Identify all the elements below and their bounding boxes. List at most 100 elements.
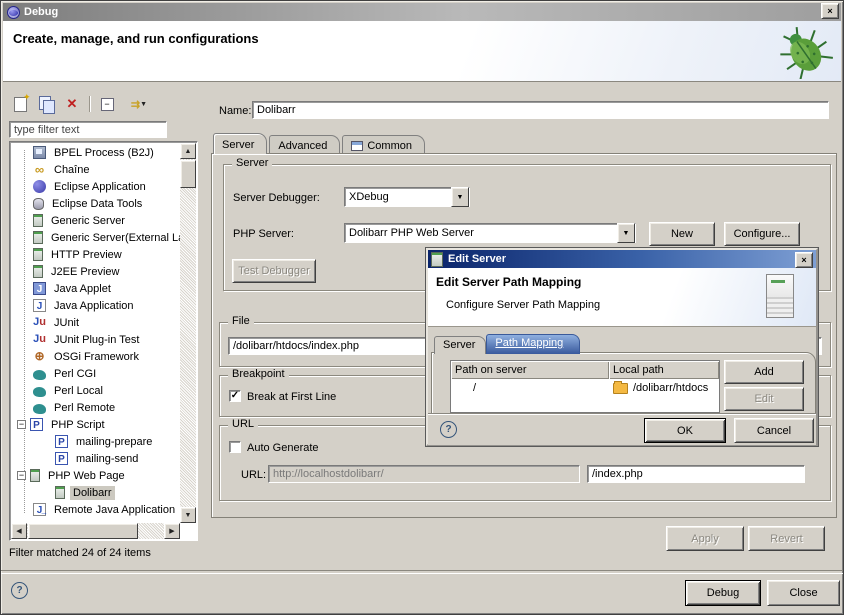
server-icon bbox=[431, 252, 443, 267]
edit-server-titlebar[interactable]: Edit Server bbox=[428, 250, 816, 268]
tree-item-j2ee-preview[interactable]: J2EE Preview bbox=[11, 263, 180, 280]
table-header-row: Path on server Local path bbox=[451, 361, 719, 379]
tree-item-php-web-page[interactable]: PHP Web Page bbox=[11, 467, 180, 484]
configure-button[interactable]: Configure... bbox=[724, 222, 800, 246]
delete-config-button[interactable] bbox=[63, 95, 81, 113]
help-icon[interactable] bbox=[11, 582, 28, 599]
column-header-local-path[interactable]: Local path bbox=[609, 361, 719, 379]
break-first-line-checkbox[interactable] bbox=[229, 390, 241, 402]
breakpoint-group-legend: Breakpoint bbox=[228, 368, 289, 380]
junit-icon bbox=[33, 316, 46, 329]
filter-menu-button[interactable] bbox=[124, 95, 154, 113]
new-config-icon bbox=[14, 97, 27, 112]
junit-plugin-icon bbox=[33, 333, 46, 346]
tree-item-dolibarr[interactable]: Dolibarr bbox=[11, 484, 180, 501]
tab-common[interactable]: Common bbox=[342, 135, 425, 154]
cancel-button[interactable]: Cancel bbox=[734, 418, 814, 443]
dialog-heading: Edit Server Path Mapping bbox=[436, 275, 581, 289]
duplicate-config-button[interactable] bbox=[37, 95, 55, 113]
server-icon bbox=[33, 265, 43, 278]
revert-button[interactable]: Revert bbox=[748, 526, 825, 551]
collapse-expander-icon[interactable] bbox=[17, 420, 26, 429]
tree-item-junit[interactable]: JUnit bbox=[11, 314, 180, 331]
collapse-expander-icon[interactable] bbox=[17, 471, 26, 480]
auto-generate-label: Auto Generate bbox=[247, 442, 319, 454]
edit-mapping-button[interactable]: Edit bbox=[724, 387, 804, 411]
java-applet-icon bbox=[33, 282, 46, 295]
apply-button[interactable]: Apply bbox=[666, 526, 744, 551]
tree-item-mailing-prepare[interactable]: mailing-prepare bbox=[11, 433, 180, 450]
tree-item-osgi-framework[interactable]: OSGi Framework bbox=[11, 348, 180, 365]
add-mapping-button[interactable]: Add bbox=[724, 360, 804, 384]
tree-item-eclipse-data-tools[interactable]: Eclipse Data Tools bbox=[11, 195, 180, 212]
tree-item-remote-java-application[interactable]: Remote Java Application bbox=[11, 501, 180, 518]
dropdown-arrow-icon[interactable] bbox=[617, 223, 635, 243]
toolbar-separator bbox=[89, 96, 90, 112]
php-server-select[interactable]: Dolibarr PHP Web Server bbox=[344, 223, 636, 243]
dialog-close-button[interactable] bbox=[795, 252, 813, 268]
scroll-right-icon[interactable]: ▶ bbox=[164, 523, 180, 539]
url-path-input[interactable] bbox=[587, 465, 805, 483]
name-input[interactable] bbox=[252, 101, 829, 119]
tab-server[interactable]: Server bbox=[213, 133, 267, 154]
chevron-down-icon bbox=[140, 101, 147, 108]
tree-item-junit-plugin-test[interactable]: JUnit Plug-in Test bbox=[11, 331, 180, 348]
tree-item-perl-cgi[interactable]: Perl CGI bbox=[11, 365, 180, 382]
vertical-scroll-thumb[interactable] bbox=[180, 160, 196, 188]
tree-item-generic-server[interactable]: Generic Server bbox=[11, 212, 180, 229]
name-label: Name: bbox=[219, 105, 251, 117]
tree-item-chaine[interactable]: Chaîne bbox=[11, 161, 180, 178]
dialog-tab-server[interactable]: Server bbox=[434, 336, 486, 354]
eclipse-app-icon bbox=[33, 180, 46, 193]
server-tower-icon bbox=[766, 274, 794, 318]
tree-item-generic-server-external[interactable]: Generic Server(External La bbox=[11, 229, 180, 246]
window-titlebar[interactable]: Debug bbox=[3, 3, 841, 21]
java-icon bbox=[33, 299, 46, 312]
column-header-path-on-server[interactable]: Path on server bbox=[451, 361, 609, 379]
dropdown-arrow-icon[interactable] bbox=[451, 187, 469, 207]
debug-button[interactable]: Debug bbox=[685, 580, 761, 606]
window-close-button[interactable] bbox=[821, 3, 839, 19]
test-debugger-button[interactable]: Test Debugger bbox=[232, 259, 316, 283]
scroll-left-icon[interactable]: ◀ bbox=[11, 523, 27, 539]
filter-input[interactable] bbox=[9, 121, 167, 138]
tree-rows: BPEL Process (B2J) Chaîne Eclipse Applic… bbox=[11, 144, 180, 523]
dialog-help-icon[interactable] bbox=[440, 421, 457, 438]
table-row[interactable]: / /dolibarr/htdocs bbox=[451, 379, 719, 397]
perl-icon bbox=[33, 404, 46, 414]
tree-item-eclipse-application[interactable]: Eclipse Application bbox=[11, 178, 180, 195]
new-server-button[interactable]: New bbox=[649, 222, 715, 246]
tree-horizontal-scrollbar[interactable]: ◀ ▶ bbox=[11, 523, 180, 539]
collapse-all-icon bbox=[101, 98, 114, 111]
horizontal-scroll-thumb[interactable] bbox=[28, 523, 138, 539]
collapse-all-button[interactable] bbox=[98, 95, 116, 113]
server-debugger-select[interactable]: XDebug bbox=[344, 187, 470, 207]
scroll-up-icon[interactable]: ▲ bbox=[180, 143, 196, 159]
duplicate-icon bbox=[39, 96, 51, 110]
new-config-button[interactable] bbox=[11, 95, 29, 113]
scroll-down-icon[interactable]: ▼ bbox=[180, 507, 196, 523]
header-banner: Create, manage, and run configurations bbox=[3, 21, 841, 82]
tree-item-java-applet[interactable]: Java Applet bbox=[11, 280, 180, 297]
dialog-tab-path-mapping[interactable]: Path Mapping bbox=[486, 334, 580, 354]
php-server-icon bbox=[55, 486, 65, 499]
close-button[interactable]: Close bbox=[767, 580, 840, 606]
tree-item-http-preview[interactable]: HTTP Preview bbox=[11, 246, 180, 263]
tree-item-perl-remote[interactable]: Perl Remote bbox=[11, 399, 180, 416]
tree-item-bpel[interactable]: BPEL Process (B2J) bbox=[11, 144, 180, 161]
url-group-legend: URL bbox=[228, 418, 258, 430]
tree-item-php-script[interactable]: PHP Script bbox=[11, 416, 180, 433]
tree-item-perl-local[interactable]: Perl Local bbox=[11, 382, 180, 399]
tab-advanced[interactable]: Advanced bbox=[269, 135, 340, 154]
osgi-icon bbox=[33, 350, 46, 363]
table-icon bbox=[351, 141, 363, 151]
server-icon bbox=[33, 231, 43, 244]
tree-vertical-scrollbar[interactable]: ▲ ▼ bbox=[180, 143, 196, 523]
ok-button[interactable]: OK bbox=[644, 418, 726, 443]
auto-generate-checkbox[interactable] bbox=[229, 441, 241, 453]
tree-item-java-application[interactable]: Java Application bbox=[11, 297, 180, 314]
delete-icon bbox=[67, 96, 78, 112]
filter-status-text: Filter matched 24 of 24 items bbox=[9, 547, 151, 559]
tree-item-mailing-send[interactable]: mailing-send bbox=[11, 450, 180, 467]
folder-icon bbox=[613, 383, 628, 394]
